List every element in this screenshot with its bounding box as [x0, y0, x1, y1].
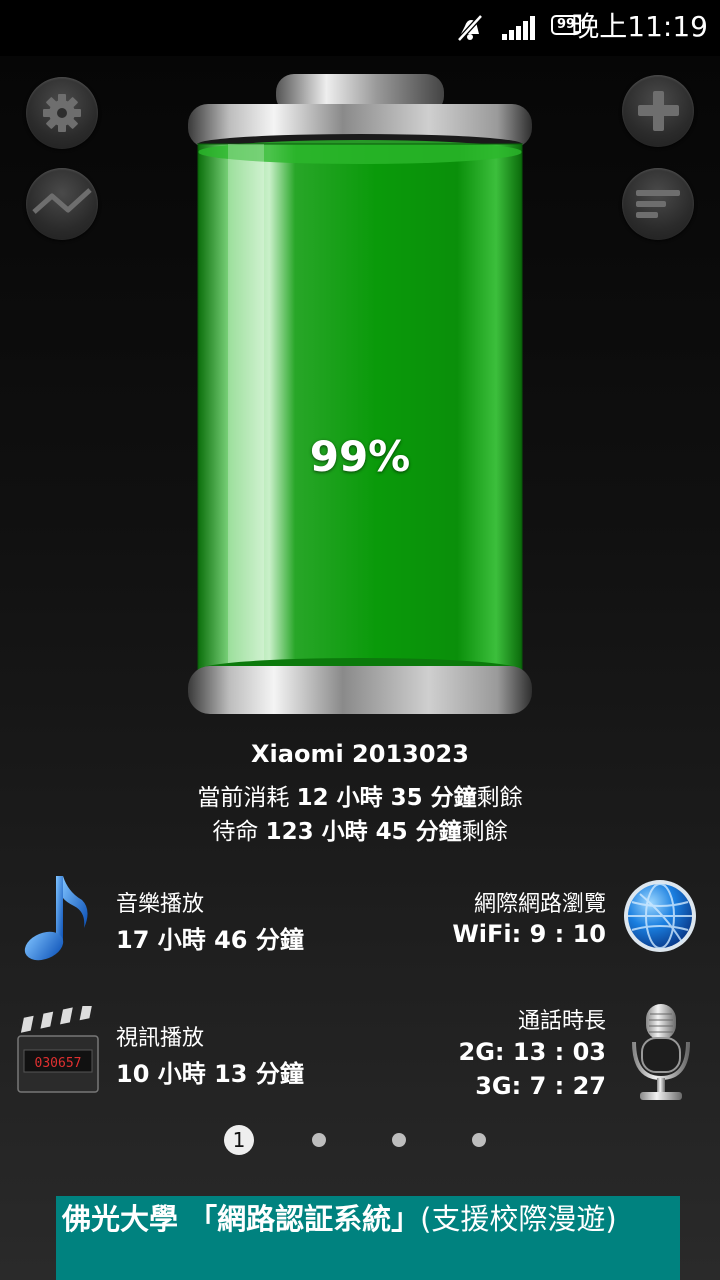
device-name: Xiaomi 2013023: [251, 740, 469, 768]
music-label: 音樂播放: [116, 892, 205, 917]
status-time: 晚上11:19: [571, 10, 708, 43]
web-value: WiFi: 9 : 10: [452, 920, 606, 948]
list-icon: [636, 190, 680, 218]
current-prefix: 當前消耗: [197, 785, 297, 811]
web-label: 網際網路瀏覽: [473, 892, 606, 917]
standby-time: 123 小時 45 分鐘: [265, 819, 462, 845]
globe-icon[interactable]: [620, 876, 700, 960]
list-button[interactable]: [622, 168, 694, 240]
clapperboard-icon[interactable]: 030657: [14, 1003, 100, 1100]
plus-icon: [638, 91, 679, 131]
settings-button[interactable]: [26, 77, 98, 149]
add-button[interactable]: [622, 75, 694, 147]
chart-icon: [32, 188, 92, 214]
standby-prefix: 待命: [212, 819, 266, 845]
video-counter: 030657: [35, 1056, 82, 1071]
page-indicator-2[interactable]: [312, 1133, 326, 1147]
banner-bold-text: 佛光大學 「網路認証系統」: [62, 1202, 421, 1236]
music-note-icon[interactable]: [20, 870, 92, 966]
page-indicator-active[interactable]: 1: [224, 1125, 254, 1155]
status-bar: 99 晚上11:19: [0, 0, 720, 56]
current-time: 12 小時 35 分鐘: [296, 785, 477, 811]
notification-banner[interactable]: 佛光大學 「網路認証系統」(支援校際漫遊): [56, 1196, 680, 1280]
microphone-icon[interactable]: [626, 1000, 696, 1108]
signal-icon: [502, 16, 538, 44]
call-label: 通話時長: [517, 1009, 606, 1034]
current-usage-line: 當前消耗 12 小時 35 分鐘剩餘: [0, 778, 720, 812]
video-value: 10 小時 13 分鐘: [116, 1060, 304, 1088]
page-indicator-3[interactable]: [392, 1133, 406, 1147]
battery-graphic[interactable]: [186, 70, 534, 720]
banner-text: (支援校際漫遊): [420, 1202, 617, 1236]
settings-icon: [43, 94, 81, 132]
page-indicator-4[interactable]: [472, 1133, 486, 1147]
standby-line: 待命 123 小時 45 分鐘剩餘: [0, 812, 720, 846]
mute-icon: [455, 14, 483, 46]
standby-suffix: 剩餘: [461, 819, 508, 845]
current-suffix: 剩餘: [476, 785, 523, 811]
video-label: 視訊播放: [116, 1026, 205, 1051]
call-3g-value: 3G: 7 : 27: [475, 1072, 606, 1100]
music-value: 17 小時 46 分鐘: [116, 926, 304, 954]
chart-button[interactable]: [26, 168, 98, 240]
battery-percent: 99%: [309, 432, 411, 481]
call-2g-value: 2G: 13 : 03: [458, 1038, 606, 1066]
